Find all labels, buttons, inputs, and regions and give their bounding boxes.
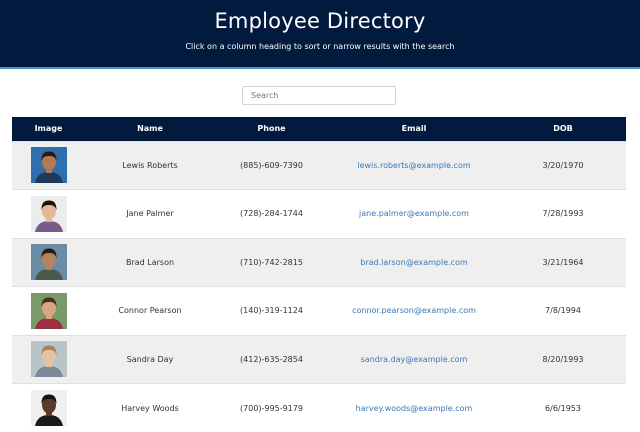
employee-table: Image Name Phone Email DOB Lewis Roberts… [12,117,626,432]
column-header-name[interactable]: Name [85,117,215,141]
employee-dob: 3/21/1964 [500,238,626,287]
employee-phone: (710)-742-2815 [215,238,328,287]
employee-email-link[interactable]: lewis.roberts@example.com [357,161,470,170]
employee-dob: 8/20/1993 [500,335,626,384]
column-header-image[interactable]: Image [12,117,85,141]
avatar-cell [12,335,85,384]
employee-name: Sandra Day [85,335,215,384]
avatar-cell [12,287,85,336]
employee-email-cell: jane.palmer@example.com [328,190,500,239]
column-header-phone[interactable]: Phone [215,117,328,141]
table-row: Lewis Roberts(885)-609-7390 lewis.roberts… [12,141,626,190]
employee-email-link[interactable]: harvey.woods@example.com [356,404,473,413]
employee-name: Lewis Roberts [85,141,215,190]
page-title: Employee Directory [0,9,640,33]
column-header-dob[interactable]: DOB [500,117,626,141]
table-body: Lewis Roberts(885)-609-7390 lewis.roberts… [12,141,626,432]
employee-phone: (728)-284-1744 [215,190,328,239]
employee-dob: 7/8/1994 [500,287,626,336]
employee-dob: 7/28/1993 [500,190,626,239]
employee-email-link[interactable]: sandra.day@example.com [361,355,468,364]
column-header-email[interactable]: Email [328,117,500,141]
table-row: Jane Palmer(728)-284-1744 jane.palmer@exa… [12,190,626,239]
employee-email-cell: connor.pearson@example.com [328,287,500,336]
table-row: Brad Larson(710)-742-2815 brad.larson@exa… [12,238,626,287]
employee-name: Connor Pearson [85,287,215,336]
avatar [31,390,67,426]
avatar-cell [12,141,85,190]
table-header: Image Name Phone Email DOB [12,117,626,141]
avatar [31,147,67,183]
employee-phone: (412)-635-2854 [215,335,328,384]
avatar [31,293,67,329]
avatar-cell [12,238,85,287]
employee-email-cell: sandra.day@example.com [328,335,500,384]
employee-email-cell: lewis.roberts@example.com [328,141,500,190]
search-input[interactable] [242,86,396,105]
employee-email-cell: brad.larson@example.com [328,238,500,287]
employee-name: Brad Larson [85,238,215,287]
employee-phone: (885)-609-7390 [215,141,328,190]
avatar-cell [12,190,85,239]
employee-email-link[interactable]: brad.larson@example.com [360,258,468,267]
page-subtitle: Click on a column heading to sort or nar… [0,42,640,51]
avatar [31,244,67,280]
table-row: Connor Pearson(140)-319-1124 connor.pears… [12,287,626,336]
avatar [31,341,67,377]
table-row: Sandra Day(412)-635-2854 sandra.day@examp… [12,335,626,384]
employee-email-link[interactable]: connor.pearson@example.com [352,306,476,315]
avatar [31,196,67,232]
employee-dob: 3/20/1970 [500,141,626,190]
employee-name: Jane Palmer [85,190,215,239]
employee-phone: (140)-319-1124 [215,287,328,336]
page-header: Employee Directory Click on a column hea… [0,0,640,69]
employee-email-link[interactable]: jane.palmer@example.com [359,209,469,218]
